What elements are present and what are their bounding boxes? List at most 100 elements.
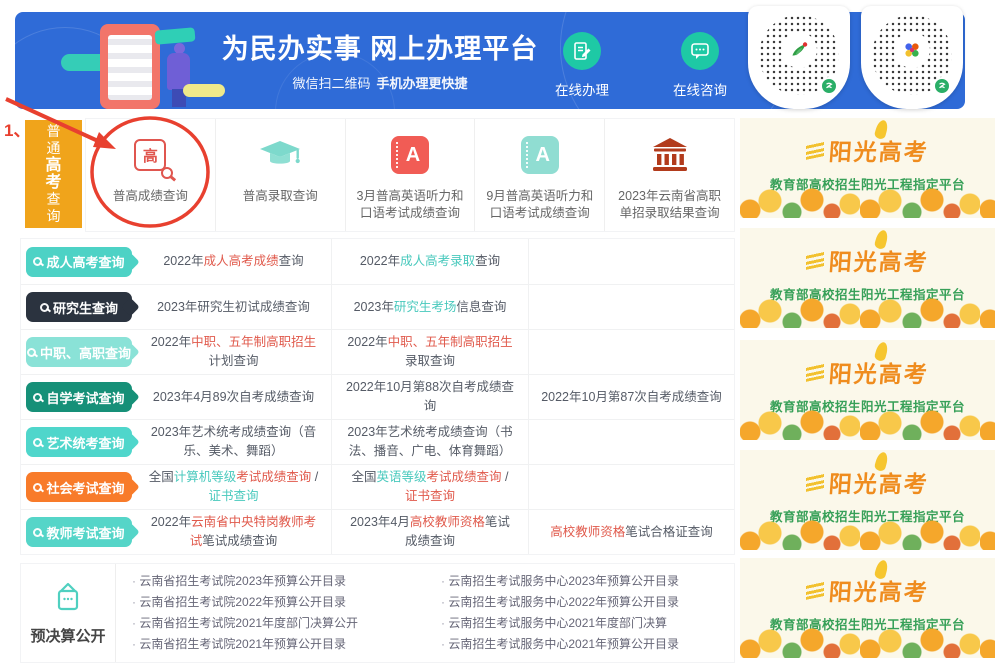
- link-segment: 计算机等级: [174, 470, 237, 484]
- phone-illustration: [100, 24, 160, 109]
- query-link[interactable]: 2022年10月第87次自考成绩查询: [541, 388, 722, 407]
- link-segment: 2022年: [347, 335, 387, 349]
- link-segment: 查询: [475, 254, 500, 268]
- query-cell: 2023年4月高校教师资格笔试成绩查询: [331, 510, 528, 554]
- tab-char: 询: [47, 208, 61, 225]
- query-cell: 2022年10月第87次自考成绩查询: [528, 375, 734, 419]
- sunshine-banner[interactable]: 阳光高考教育部高校招生阳光工程指定平台: [740, 228, 995, 328]
- link-segment: 成人高考成绩: [204, 254, 279, 268]
- budget-link[interactable]: 云南招生考试服务中心2021年度部门决算: [441, 613, 734, 634]
- link-segment: 录取查询: [405, 354, 455, 368]
- quick-card-danzhao-result[interactable]: 2023年云南省高职单招录取结果查询: [604, 119, 734, 231]
- query-link[interactable]: 2022年成人高考录取查询: [360, 252, 500, 271]
- gaokao-query-tab[interactable]: 普通高考查询: [25, 120, 82, 228]
- sunshine-banner[interactable]: 阳光高考教育部高校招生阳光工程指定平台: [740, 450, 995, 550]
- chat-bubble-icon: [681, 32, 719, 70]
- banner-subtitle-bold: 手机办理更快捷: [377, 76, 468, 91]
- online-service-label: 在线办理: [542, 79, 622, 99]
- query-badge-adult-gaokao[interactable]: 成人高考查询: [26, 247, 132, 277]
- link-segment: 2022年10月第88次自考成绩查询: [346, 380, 514, 413]
- link-segment: 信息查询: [456, 300, 506, 314]
- query-table: 成人高考查询2022年成人高考成绩查询2022年成人高考录取查询研究生查询202…: [20, 238, 735, 555]
- quick-card-label: 普高录取查询: [235, 188, 326, 205]
- qr-code-left: [748, 6, 850, 109]
- query-row-self-study: 自学考试查询 2023年4月89次自考成绩查询 2022年10月第88次自考成绩查询…: [21, 374, 734, 419]
- quick-card-english-september[interactable]: A9月普高英语听力和口语考试成绩查询: [474, 119, 604, 231]
- query-row-adult-gaokao: 成人高考查询2022年成人高考成绩查询2022年成人高考录取查询: [21, 239, 734, 284]
- link-segment: 证书查询: [208, 489, 258, 503]
- link-segment: /: [502, 470, 509, 484]
- budget-link[interactable]: 云南招生考试服务中心2023年预算公开目录: [441, 571, 734, 592]
- quick-card-gaokao-admission[interactable]: 普高录取查询: [215, 119, 345, 231]
- query-link[interactable]: 2023年4月89次自考成绩查询: [153, 388, 314, 407]
- budget-link[interactable]: 云南省招生考试院2023年预算公开目录: [132, 571, 425, 592]
- link-segment: 查询: [279, 254, 304, 268]
- online-service-button[interactable]: 在线办理: [542, 32, 622, 99]
- qr-logo-sprout-icon: [781, 32, 817, 68]
- budget-link[interactable]: 云南省招生考试院2021年度部门决算公开: [132, 613, 425, 634]
- query-cell: [528, 420, 734, 464]
- sunshine-banner[interactable]: 阳光高考教育部高校招生阳光工程指定平台: [740, 558, 995, 658]
- page: 为民办实事 网上办理平台 微信扫二维码手机办理更快捷 在线办理 在线咨询: [0, 0, 1000, 669]
- link-segment: 全国: [352, 470, 377, 484]
- tab-char: 考: [45, 174, 61, 191]
- badge-label: 研究生查询: [53, 298, 118, 317]
- sunshine-title-row: 阳光高考: [740, 243, 995, 277]
- phone-screen: [108, 35, 152, 100]
- search-icon: [33, 483, 42, 492]
- query-link[interactable]: 2023年研究生考场信息查询: [354, 298, 507, 317]
- query-link[interactable]: 全国计算机等级考试成绩查询 / 证书查询: [148, 468, 319, 506]
- sunflowers-decoration: [740, 518, 995, 550]
- query-badge-teacher-exam[interactable]: 教师考试查询: [26, 517, 132, 547]
- quick-card-gaokao-score[interactable]: 高普高成绩查询: [86, 119, 215, 231]
- query-link[interactable]: 2022年中职、五年制高职招生录取查询: [344, 333, 516, 371]
- search-icon: [33, 257, 42, 266]
- query-cell: 2022年10月第88次自考成绩查询: [331, 375, 528, 419]
- budget-link[interactable]: 云南省招生考试院2022年预算公开目录: [132, 592, 425, 613]
- sunshine-title-row: 阳光高考: [740, 133, 995, 167]
- query-badge-self-study[interactable]: 自学考试查询: [26, 382, 132, 412]
- link-segment: 全国: [149, 470, 174, 484]
- link-segment: 2022年: [360, 254, 400, 268]
- query-link[interactable]: 2023年艺术统考成绩查询（书法、播音、广电、体育舞蹈）: [344, 423, 516, 461]
- query-link[interactable]: 2022年中职、五年制高职招生计划查询: [148, 333, 319, 371]
- query-cell: 2023年艺术统考成绩查询（书法、播音、广电、体育舞蹈）: [331, 420, 528, 464]
- link-segment: 证书查询: [405, 489, 455, 503]
- query-link[interactable]: 全国英语等级考试成绩查询 / 证书查询: [344, 468, 516, 506]
- query-link[interactable]: 2022年成人高考成绩查询: [163, 252, 303, 271]
- badge-cell: 研究生查询: [21, 285, 136, 329]
- quick-card-english-march[interactable]: A3月普高英语听力和口语考试成绩查询: [345, 119, 475, 231]
- online-consult-button[interactable]: 在线咨询: [660, 32, 740, 99]
- budget-link[interactable]: 云南招生考试服务中心2021年预算公开目录: [441, 634, 734, 655]
- sun-rays-icon: [806, 140, 824, 160]
- query-link[interactable]: 2023年研究生初试成绩查询: [157, 298, 310, 317]
- sunshine-title-row: 阳光高考: [740, 465, 995, 499]
- sunflowers-decoration: [740, 186, 995, 218]
- query-link[interactable]: 2023年4月高校教师资格笔试成绩查询: [344, 513, 516, 551]
- budget-link[interactable]: 云南招生考试服务中心2022年预算公开目录: [441, 592, 734, 613]
- link-segment: 2023年艺术统考成绩查询（音乐、美术、舞蹈）: [151, 425, 316, 458]
- query-link[interactable]: 2023年艺术统考成绩查询（音乐、美术、舞蹈）: [148, 423, 319, 461]
- budget-section: 预决算公开 云南省招生考试院2023年预算公开目录云南省招生考试院2022年预算…: [20, 563, 735, 663]
- query-badge-vocational[interactable]: 中职、高职查询: [26, 337, 132, 367]
- badge-cell: 教师考试查询: [21, 510, 136, 554]
- sunshine-banner[interactable]: 阳光高考教育部高校招生阳光工程指定平台: [740, 340, 995, 440]
- link-segment: 考试成绩查询: [427, 470, 502, 484]
- query-link[interactable]: 高校教师资格笔试合格证查询: [550, 523, 713, 542]
- tab-char: 查: [47, 191, 61, 208]
- query-link[interactable]: 2022年10月第88次自考成绩查询: [344, 378, 516, 416]
- link-segment: 成人高考录取: [400, 254, 475, 268]
- sunshine-banner[interactable]: 阳光高考教育部高校招生阳光工程指定平台: [740, 118, 995, 218]
- badge-label: 成人高考查询: [46, 252, 124, 271]
- query-link[interactable]: 2022年云南省中央特岗教师考试笔试成绩查询: [148, 513, 319, 551]
- badge-cell: 艺术统考查询: [21, 420, 136, 464]
- query-badge-art-exam[interactable]: 艺术统考查询: [26, 427, 132, 457]
- query-badge-social-exam[interactable]: 社会考试查询: [26, 472, 132, 502]
- query-row-graduate: 研究生查询 2023年研究生初试成绩查询 2023年研究生考场信息查询: [21, 284, 734, 329]
- query-badge-graduate[interactable]: 研究生查询: [26, 292, 132, 322]
- quick-card-label: 3月普高英语听力和口语考试成绩查询: [346, 188, 475, 222]
- link-segment: 2022年: [151, 515, 191, 529]
- badge-cell: 中职、高职查询: [21, 330, 136, 374]
- budget-link[interactable]: 云南省招生考试院2021年预算公开目录: [132, 634, 425, 655]
- quick-card-label: 9月普高英语听力和口语考试成绩查询: [475, 188, 604, 222]
